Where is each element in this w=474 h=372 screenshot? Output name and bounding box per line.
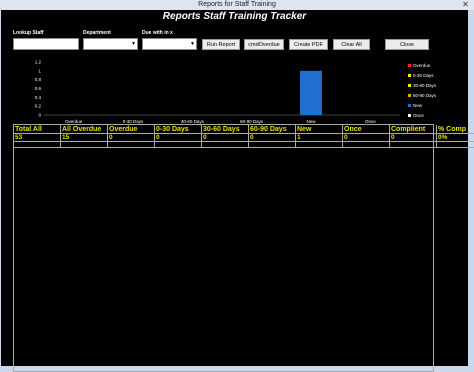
legend-item: New bbox=[408, 103, 422, 108]
legend-label: 0-30 Days bbox=[413, 73, 434, 78]
legend-label: Overdue bbox=[413, 63, 431, 68]
summary-blank-cell[interactable] bbox=[155, 142, 202, 148]
chart-bar bbox=[300, 70, 322, 115]
window-titlebar: Reports for Staff Training ✕ bbox=[0, 0, 474, 10]
y-tick-label: 1.2 bbox=[35, 60, 42, 65]
y-tick-label: 0.8 bbox=[35, 77, 42, 82]
summary-header-cell: % Comp bbox=[437, 125, 474, 134]
summary-blank-cell[interactable] bbox=[437, 142, 474, 148]
legend-swatch bbox=[408, 74, 411, 78]
staff-chart: 1.2 1 0.8 0.6 0.4 0.2 0 Overdue 0-30 Days 30-60 D… bbox=[12, 58, 436, 131]
legend-label: Once bbox=[413, 113, 424, 118]
due-within-dropdown-icon[interactable]: ▼ bbox=[190, 42, 195, 47]
legend-item: 30-60 Days bbox=[408, 83, 436, 88]
run-report-button[interactable]: Run Report bbox=[202, 39, 240, 50]
summary-value-cell[interactable]: 15 bbox=[61, 134, 108, 142]
department-select[interactable]: ▼ bbox=[83, 38, 138, 50]
clear-all-button[interactable]: Clear All bbox=[333, 39, 370, 50]
legend-item: Overdue bbox=[408, 63, 430, 68]
legend-label: 30-60 Days bbox=[413, 83, 437, 88]
y-tick-label: 0.6 bbox=[35, 86, 42, 91]
y-tick-label: 0 bbox=[38, 113, 41, 118]
due-within-select[interactable]: ▼ bbox=[142, 38, 197, 50]
cmd-overdue-button[interactable]: cmdOverdue bbox=[244, 39, 284, 50]
summary-value-cell[interactable]: 0 bbox=[343, 134, 390, 142]
window-close-icon[interactable]: ✕ bbox=[461, 0, 470, 9]
summary-header-cell: All Overdue bbox=[61, 125, 108, 134]
summary-header-cell: Overdue bbox=[108, 125, 155, 134]
legend-swatch bbox=[408, 104, 411, 108]
lookup-staff-label: Lookup Staff bbox=[13, 30, 44, 36]
chart-svg: 1.210.80.60.40.20Overdue 0-30 Days 30-60 D… bbox=[35, 60, 400, 124]
summary-blank-cell[interactable] bbox=[202, 142, 249, 148]
summary-header-cell: Complient bbox=[390, 125, 437, 134]
y-tick-label: 0.4 bbox=[35, 95, 42, 100]
summary-value-cell[interactable]: 0 bbox=[155, 134, 202, 142]
summary-value-cell[interactable]: 1 bbox=[296, 134, 343, 142]
summary-value-cell[interactable]: 0 bbox=[390, 134, 437, 142]
summary-value-cell[interactable]: 0 bbox=[249, 134, 296, 142]
department-dropdown-icon[interactable]: ▼ bbox=[131, 42, 136, 47]
legend-swatch bbox=[408, 94, 411, 98]
summary-value-cell[interactable]: 53 bbox=[14, 134, 61, 142]
y-tick-label: 1 bbox=[38, 68, 41, 73]
summary-blank-cell[interactable] bbox=[61, 142, 108, 148]
summary-header-cell: 0-30 Days bbox=[155, 125, 202, 134]
y-tick-label: 0.2 bbox=[35, 104, 42, 109]
summary-grid: Total All 53 All Overdue 15 Overdue 0 0-30 Day… bbox=[13, 124, 474, 372]
summary-blank-cell[interactable] bbox=[390, 142, 437, 148]
legend-item: 0-30 Days bbox=[408, 73, 434, 78]
legend-swatch bbox=[408, 114, 411, 118]
summary-value-cell[interactable]: 0 bbox=[202, 134, 249, 142]
summary-header-cell: Once bbox=[343, 125, 390, 134]
create-pdf-button[interactable]: Create PDF bbox=[289, 39, 328, 50]
summary-header-cell: Total All bbox=[14, 125, 61, 134]
summary-blank-cell[interactable] bbox=[249, 142, 296, 148]
due-within-label: Due with in x bbox=[142, 30, 173, 36]
form-title: Reports Staff Training Tracker bbox=[162, 11, 307, 22]
legend-label: 60-90 Days bbox=[413, 93, 437, 98]
summary-blank-cell[interactable] bbox=[296, 142, 343, 148]
close-button[interactable]: Close bbox=[385, 39, 429, 50]
summary-header-cell: New bbox=[296, 125, 343, 134]
summary-value-cell[interactable]: 0 bbox=[108, 134, 155, 142]
summary-blank-cell[interactable] bbox=[14, 142, 61, 148]
summary-blank-cell[interactable] bbox=[108, 142, 155, 148]
lookup-staff-input[interactable] bbox=[13, 38, 79, 50]
legend-swatch bbox=[408, 84, 411, 88]
summary-header-cell: 60-90 Days bbox=[249, 125, 296, 134]
legend-item: 60-90 Days bbox=[408, 93, 436, 98]
summary-value-cell[interactable]: 0% bbox=[437, 134, 474, 142]
legend-item: Once bbox=[408, 113, 424, 118]
window-title: Reports for Staff Training bbox=[198, 1, 276, 8]
legend-swatch bbox=[408, 64, 411, 68]
report-form: Reports Staff Training Tracker Lookup St… bbox=[1, 10, 474, 372]
summary-header-cell: 30-60 Days bbox=[202, 125, 249, 134]
summary-blank-cell[interactable] bbox=[343, 142, 390, 148]
legend-label: New bbox=[413, 103, 423, 108]
department-label: Department bbox=[83, 30, 111, 36]
